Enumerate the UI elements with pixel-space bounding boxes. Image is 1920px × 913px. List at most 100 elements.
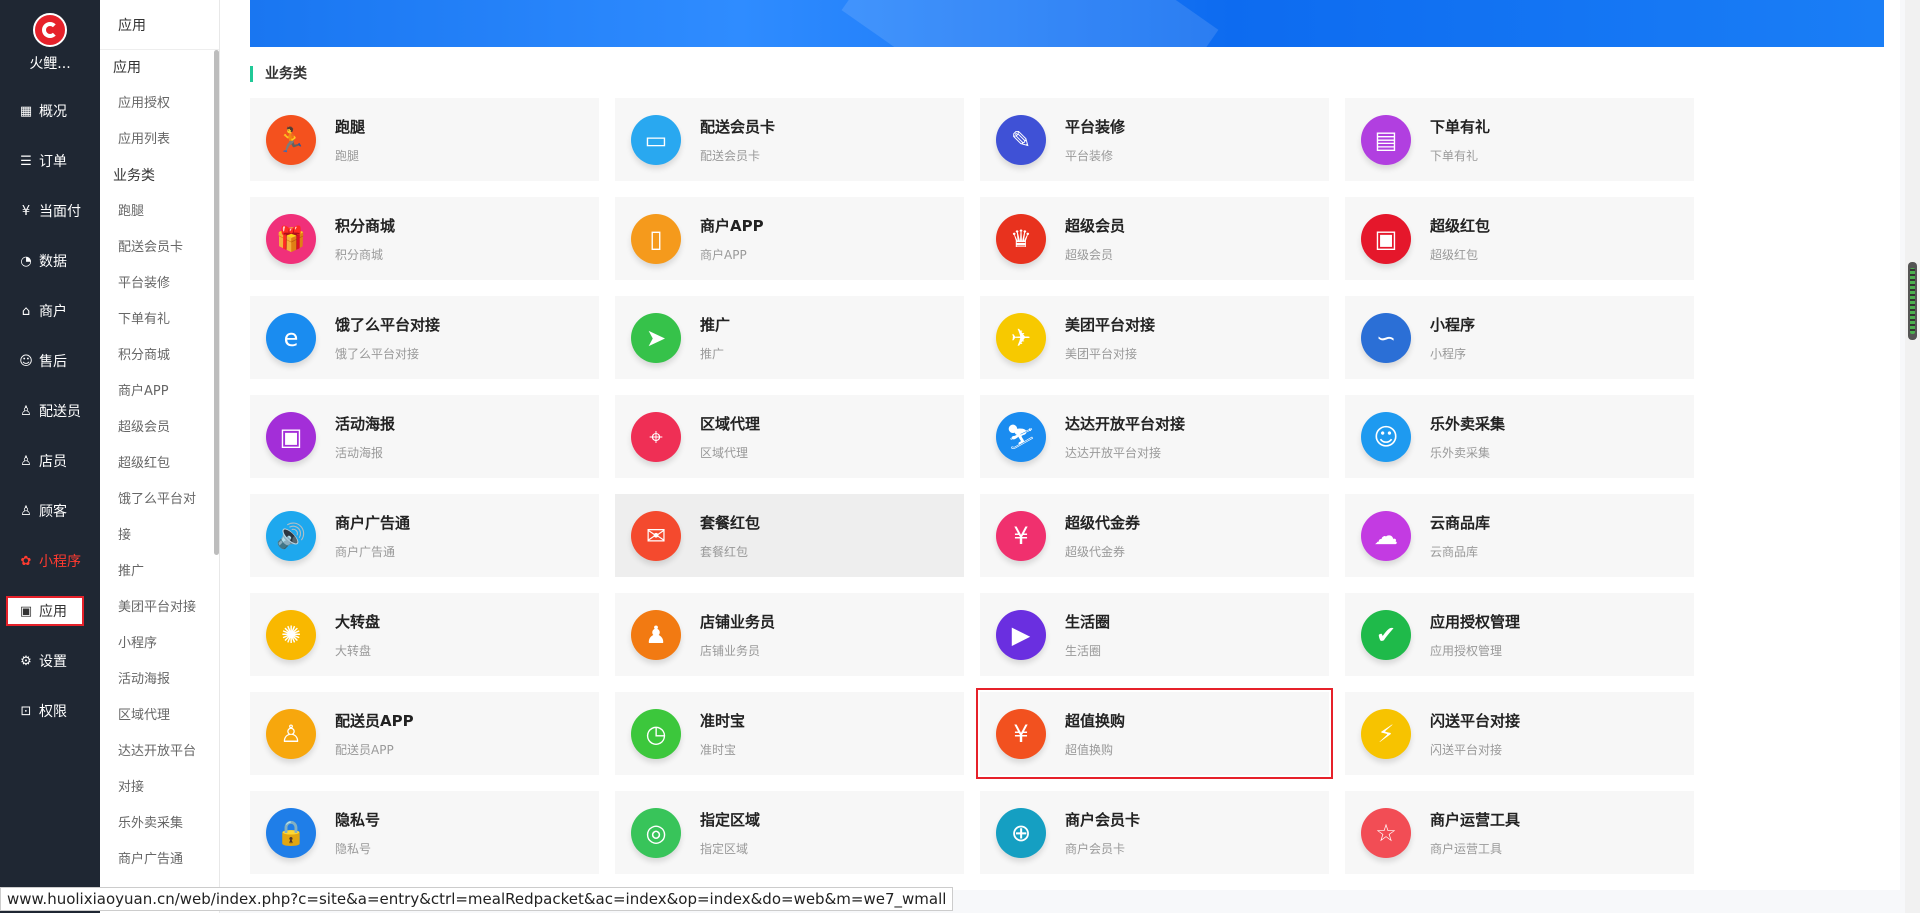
app-card[interactable]: ➤ 推广 推广 (615, 296, 964, 379)
card-subtitle: 大转盘 (335, 643, 372, 658)
nav-item-3[interactable]: ◔ 数据 (0, 236, 100, 286)
subnav-item[interactable]: 接 (100, 518, 219, 554)
card-title: 指定区域 (700, 810, 761, 829)
nav-item-label: 小程序 (39, 554, 81, 570)
app-card[interactable]: e 饿了么平台对接 饿了么平台对接 (250, 296, 599, 379)
nav-item-9[interactable]: ✿ 小程序 (0, 536, 100, 586)
subnav-item[interactable]: 饿了么平台对 (100, 482, 219, 518)
subnav-item[interactable]: 下单有礼 (100, 302, 219, 338)
app-card[interactable]: ¥ 超级代金券 超级代金券 (980, 494, 1329, 577)
subnav-item[interactable]: 商户APP (100, 374, 219, 410)
card-subtitle: 套餐红包 (700, 544, 749, 559)
app-card[interactable]: 🔒 隐私号 隐私号 (250, 791, 599, 874)
card-title: 下单有礼 (1430, 117, 1491, 136)
nav-item-11[interactable]: ⚙ 设置 (0, 636, 100, 686)
nav-item-1[interactable]: ☰ 订单 (0, 136, 100, 186)
card-subtitle: 乐外卖采集 (1430, 445, 1491, 460)
app-card[interactable]: ▭ 配送会员卡 配送会员卡 (615, 98, 964, 181)
card-title: 配送员APP (335, 711, 414, 730)
app-card[interactable]: ¥ 超值换购 超值换购 (976, 688, 1333, 779)
app-card[interactable]: ✈ 美团平台对接 美团平台对接 (980, 296, 1329, 379)
status-url-bar: www.huolixiaoyuan.cn/web/index.php?c=sit… (0, 887, 954, 911)
app-card[interactable]: ♛ 超级会员 超级会员 (980, 197, 1329, 280)
brand[interactable]: 火鲤... (0, 0, 100, 86)
subnav-scrollbar[interactable] (214, 50, 219, 555)
app-card[interactable]: ⚡ 闪送平台对接 闪送平台对接 (1345, 692, 1694, 775)
app-card[interactable]: ✉ 套餐红包 套餐红包 (615, 494, 964, 577)
subnav-item[interactable]: 推广 (100, 554, 219, 590)
subnav-item[interactable]: 区域代理 (100, 698, 219, 734)
card-title: 商户运营工具 (1430, 810, 1521, 829)
card-text: 美团平台对接 美团平台对接 (1065, 314, 1155, 362)
dashboard-icon: ▦ (19, 103, 33, 119)
subnav-groups: 应用 应用授权 应用列表 业务类 跑腿 配送会员卡 平台装修 下单有礼 积分商城 商户APP 超级会… (100, 50, 219, 878)
app-card[interactable]: ⛷ 达达开放平台对接 达达开放平台对接 (980, 395, 1329, 478)
card-subtitle: 超级代金券 (1065, 544, 1126, 559)
subnav-item[interactable]: 小程序 (100, 626, 219, 662)
app-card[interactable]: ☺ 乐外卖采集 乐外卖采集 (1345, 395, 1694, 478)
card-text: 小程序 小程序 (1430, 314, 1475, 362)
subnav-item[interactable]: 达达开放平台 (100, 734, 219, 770)
subnav-item[interactable]: 平台装修 (100, 266, 219, 302)
card-title: 积分商城 (335, 216, 396, 235)
app-card[interactable]: 🏃 跑腿 跑腿 (250, 98, 599, 181)
poster-icon: ▣ (266, 411, 316, 462)
app-card[interactable]: ✎ 平台装修 平台装修 (980, 98, 1329, 181)
app-card[interactable]: ♟ 店铺业务员 店铺业务员 (615, 593, 964, 676)
sub-nav: 应用 应用 应用授权 应用列表 业务类 跑腿 配送会员卡 平台装修 下单有礼 积分商城 商户APP… (100, 0, 220, 913)
app-card[interactable]: ▯ 商户APP 商户APP (615, 197, 964, 280)
nav-item-5[interactable]: ☺ 售后 (0, 336, 100, 386)
card-subtitle: 小程序 (1430, 346, 1467, 361)
app-card[interactable]: ▣ 超级红包 超级红包 (1345, 197, 1694, 280)
app-card[interactable]: ▤ 下单有礼 下单有礼 (1345, 98, 1694, 181)
clock-icon: ◷ (631, 708, 681, 759)
nav-item-0[interactable]: ▦ 概况 (0, 86, 100, 136)
paper-plane-icon: ➤ (631, 312, 681, 363)
brand-logo-icon (33, 13, 67, 47)
card-text: 超级会员 超级会员 (1065, 215, 1125, 263)
page-scrollbar-thumb[interactable] (1908, 262, 1917, 340)
card-text: 平台装修 平台装修 (1065, 116, 1125, 164)
subnav-item[interactable]: 超级红包 (100, 446, 219, 482)
app-card[interactable]: 🎁 积分商城 积分商城 (250, 197, 599, 280)
subnav-item[interactable]: 对接 (100, 770, 219, 806)
app-card[interactable]: ∽ 小程序 小程序 (1345, 296, 1694, 379)
app-card[interactable]: 🔊 商户广告通 商户广告通 (250, 494, 599, 577)
card-text: 积分商城 积分商城 (335, 215, 395, 263)
subnav-item[interactable]: 配送会员卡 (100, 230, 219, 266)
app-card[interactable]: ▣ 活动海报 活动海报 (250, 395, 599, 478)
subnav-item[interactable]: 应用授权 (100, 86, 219, 122)
nav-item-4[interactable]: ⌂ 商户 (0, 286, 100, 336)
card-title: 超级会员 (1065, 216, 1126, 235)
subnav-item[interactable]: 积分商城 (100, 338, 219, 374)
nav-item-label: 配送员 (39, 404, 81, 420)
card-text: 下单有礼 下单有礼 (1430, 116, 1490, 164)
subnav-item[interactable]: 商户广告通 (100, 842, 219, 878)
card-title: 乐外卖采集 (1430, 414, 1506, 433)
subnav-item[interactable]: 超级会员 (100, 410, 219, 446)
subnav-item[interactable]: 应用列表 (100, 122, 219, 158)
app-card[interactable]: ▶ 生活圈 生活圈 (980, 593, 1329, 676)
app-card[interactable]: ✔ 应用授权管理 应用授权管理 (1345, 593, 1694, 676)
subnav-item[interactable]: 活动海报 (100, 662, 219, 698)
nav-item-10[interactable]: ▣ 应用 (0, 586, 100, 636)
subnav-item[interactable]: 美团平台对接 (100, 590, 219, 626)
nav-item-6[interactable]: ♙ 配送员 (0, 386, 100, 436)
subnav-item[interactable]: 乐外卖采集 (100, 806, 219, 842)
app-card[interactable]: ☆ 商户运营工具 商户运营工具 (1345, 791, 1694, 874)
nav-item-2[interactable]: ¥ 当面付 (0, 186, 100, 236)
app-card[interactable]: ✺ 大转盘 大转盘 (250, 593, 599, 676)
nav-item-7[interactable]: ♙ 店员 (0, 436, 100, 486)
nav-item-12[interactable]: ⊡ 权限 (0, 686, 100, 736)
card-text: 商户会员卡 商户会员卡 (1065, 809, 1140, 857)
subnav-item[interactable]: 跑腿 (100, 194, 219, 230)
nav-item-8[interactable]: ♙ 顾客 (0, 486, 100, 536)
app-card[interactable]: ♙ 配送员APP 配送员APP (250, 692, 599, 775)
app-card[interactable]: ⊕ 商户会员卡 商户会员卡 (980, 791, 1329, 874)
app-card[interactable]: ◎ 指定区域 指定区域 (615, 791, 964, 874)
app-card[interactable]: ◷ 准时宝 准时宝 (615, 692, 964, 775)
card-title: 生活圈 (1065, 612, 1111, 631)
page-scrollbar[interactable] (1905, 0, 1920, 913)
app-card[interactable]: ☁ 云商品库 云商品库 (1345, 494, 1694, 577)
app-card[interactable]: ⌖ 区域代理 区域代理 (615, 395, 964, 478)
